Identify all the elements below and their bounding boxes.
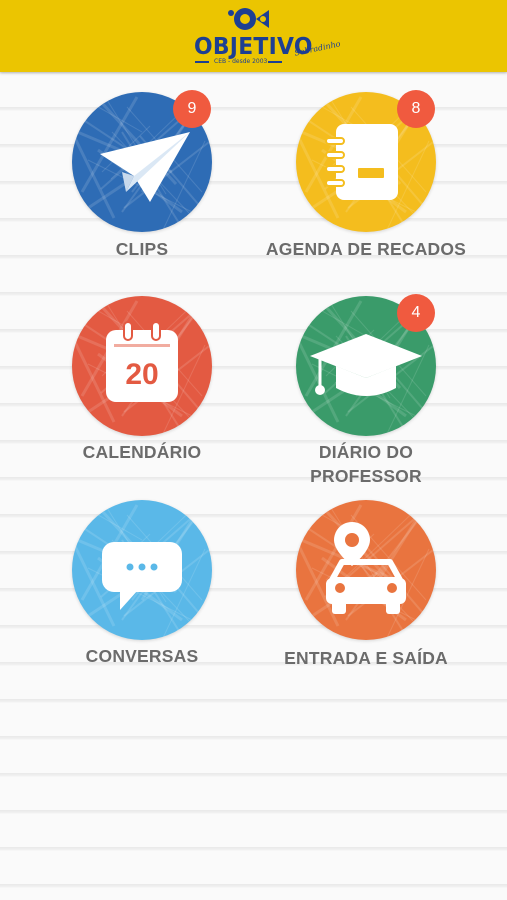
logo-divider bbox=[195, 61, 209, 63]
label-line: CONVERSAS bbox=[85, 646, 199, 666]
clips-button[interactable]: 9 bbox=[72, 90, 212, 232]
logo-subtitle: CEB - desde 2003 bbox=[214, 58, 268, 65]
agenda-label: AGENDA DE RECADOS bbox=[246, 237, 486, 261]
conversas-button[interactable] bbox=[72, 500, 212, 640]
objetivo-logo: OBJETIVO CEB - desde 2003 Sobradinho bbox=[190, 4, 341, 68]
agenda-button[interactable]: 8 bbox=[296, 90, 436, 232]
entrada-button[interactable] bbox=[296, 500, 436, 640]
diario-label: DIÁRIO DO PROFESSOR bbox=[246, 440, 486, 488]
car-location-icon bbox=[296, 500, 436, 640]
label-line: PROFESSOR bbox=[310, 466, 422, 486]
label-line: DIÁRIO DO bbox=[318, 442, 414, 462]
logo-divider bbox=[268, 61, 282, 63]
fish-logo-icon bbox=[228, 8, 269, 30]
clips-label: CLIPS bbox=[22, 237, 262, 261]
svg-text:20: 20 bbox=[125, 358, 158, 391]
notification-badge: 4 bbox=[397, 294, 435, 332]
notification-badge: 8 bbox=[397, 90, 435, 128]
chat-bubble-icon bbox=[72, 500, 212, 640]
notification-badge: 9 bbox=[173, 90, 211, 128]
diario-button[interactable]: 4 bbox=[296, 294, 436, 436]
label-line: AGENDA DE RECADOS bbox=[265, 239, 467, 259]
label-line: ENTRADA E SAÍDA bbox=[284, 648, 448, 668]
calendario-button[interactable]: 20 bbox=[72, 296, 212, 436]
label-line: CLIPS bbox=[115, 239, 169, 259]
calendar-icon: 20 bbox=[72, 296, 212, 436]
entrada-label: ENTRADA E SAÍDA bbox=[246, 646, 486, 670]
conversas-label: CONVERSAS bbox=[22, 644, 262, 668]
app-header: OBJETIVO CEB - desde 2003 Sobradinho bbox=[0, 0, 507, 72]
calendario-label: CALENDÁRIO bbox=[22, 440, 262, 464]
label-line: CALENDÁRIO bbox=[82, 442, 202, 462]
